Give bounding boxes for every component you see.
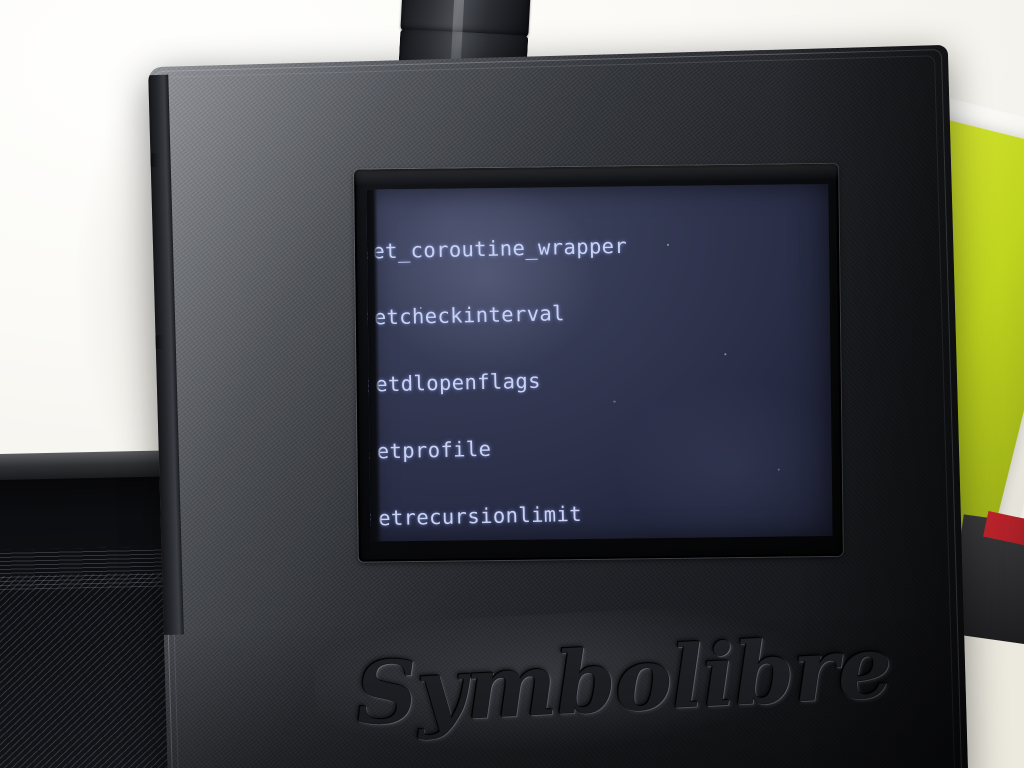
terminal-line: setdlopenflags [366, 369, 542, 398]
symbolibre-device: set_coroutine_wrapper setcheckinterval s… [148, 44, 969, 768]
screen-bezel: set_coroutine_wrapper setcheckinterval s… [354, 163, 843, 562]
device-case: set_coroutine_wrapper setcheckinterval s… [148, 44, 969, 768]
terminal-line: set_coroutine_wrapper [366, 233, 628, 264]
terminal-line: setrecursionlimit [366, 502, 583, 531]
terminal-line: setcheckinterval [366, 301, 566, 331]
terminal-line: setprofile [366, 437, 492, 464]
terminal-output: set_coroutine_wrapper setcheckinterval s… [366, 185, 832, 541]
lcd-screen[interactable]: set_coroutine_wrapper setcheckinterval s… [366, 183, 833, 542]
photo-scene: set_coroutine_wrapper setcheckinterval s… [0, 0, 1024, 768]
case-notch [155, 334, 166, 350]
case-notch [150, 152, 161, 168]
case-right-shading [777, 44, 969, 768]
